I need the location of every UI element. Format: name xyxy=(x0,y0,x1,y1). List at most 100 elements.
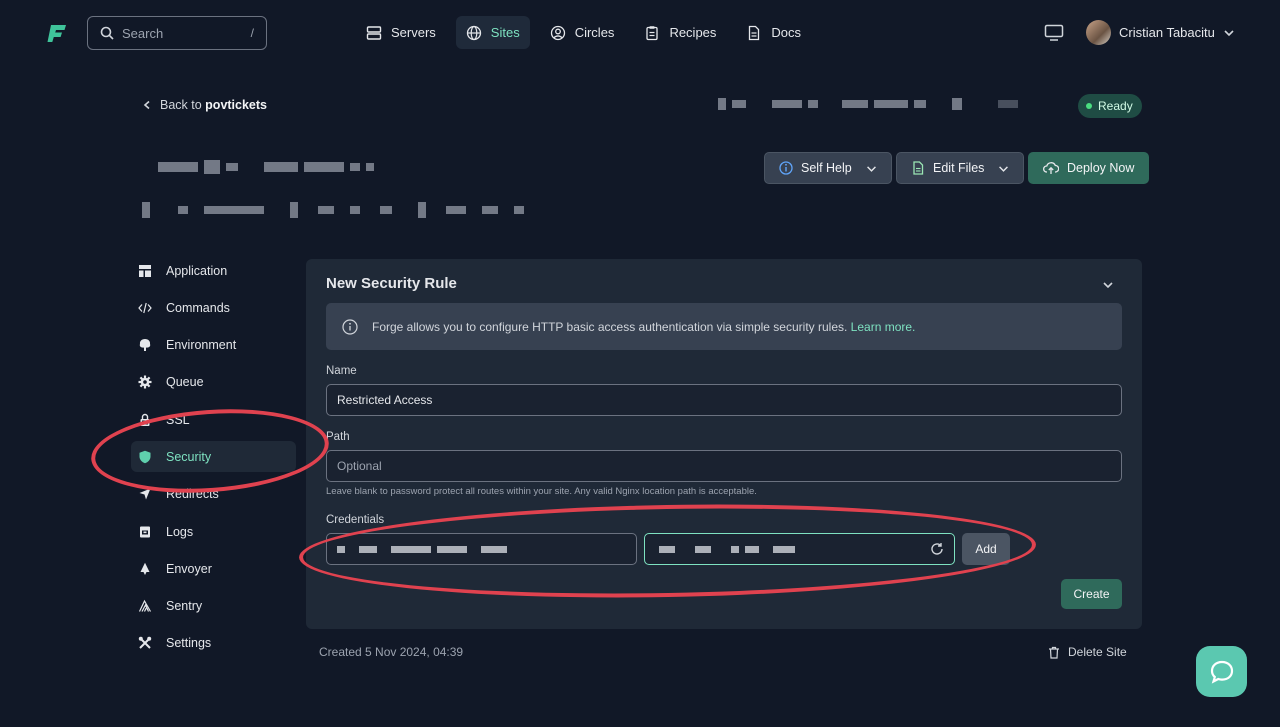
redacted-block xyxy=(842,100,868,108)
sidebar-item-application[interactable]: Application xyxy=(131,255,296,286)
clipboard-icon xyxy=(646,25,659,40)
redacted-block xyxy=(318,206,334,214)
sidebar-item-envoyer[interactable]: Envoyer xyxy=(131,553,296,584)
redacted-block xyxy=(359,545,377,553)
sidebar-item-ssl[interactable]: SSL xyxy=(131,404,296,435)
chevron-left-icon xyxy=(143,100,150,110)
sidebar-item-label: Queue xyxy=(166,375,204,390)
username-field[interactable] xyxy=(326,533,637,565)
tree-icon xyxy=(139,339,151,352)
document-icon xyxy=(749,25,760,40)
sidebar-item-redirects[interactable]: Redirects xyxy=(131,479,296,510)
password-field[interactable] xyxy=(644,533,955,565)
server-icon xyxy=(366,25,382,40)
nav-docs[interactable]: Docs xyxy=(736,16,811,49)
sidebar-item-label: Logs xyxy=(166,524,194,539)
redacted-block xyxy=(773,545,795,553)
redacted-block xyxy=(437,545,467,553)
info-icon xyxy=(342,318,358,335)
sidebar-item-label: Environment xyxy=(166,338,237,353)
redacted-block xyxy=(380,206,392,214)
redacted-block xyxy=(718,98,726,110)
user-name: Cristian Tabacitu xyxy=(1119,25,1215,40)
redacted-block xyxy=(304,162,344,172)
refresh-icon[interactable] xyxy=(930,542,944,556)
search-placeholder: Search xyxy=(122,25,164,41)
site-sidebar: Application Commands Environment Queue S… xyxy=(131,255,296,665)
user-menu[interactable]: Cristian Tabacitu xyxy=(1086,20,1235,45)
redacted-block xyxy=(952,98,962,110)
top-bar: Search / Servers Sites Circles Recipes D… xyxy=(0,0,1280,66)
delete-site-button[interactable]: Delete Site xyxy=(1048,645,1127,659)
create-button[interactable]: Create xyxy=(1061,579,1122,609)
name-field[interactable]: Restricted Access xyxy=(326,384,1122,416)
back-link[interactable]: Back to povtickets xyxy=(142,98,267,112)
help-chat-button[interactable] xyxy=(1196,646,1247,697)
deploy-now-button[interactable]: Deploy Now xyxy=(1028,152,1150,184)
nav-recipes[interactable]: Recipes xyxy=(634,16,726,49)
envoyer-icon xyxy=(140,562,150,575)
sidebar-item-label: SSL xyxy=(166,412,190,427)
redacted-block xyxy=(481,545,507,553)
chevron-down-icon xyxy=(999,165,1009,172)
main-nav: Servers Sites Circles Recipes Docs xyxy=(356,16,811,49)
sidebar-item-commands[interactable]: Commands xyxy=(131,292,296,323)
redacted-block xyxy=(391,545,431,553)
redacted-block xyxy=(482,206,498,214)
redacted-block xyxy=(366,163,374,171)
info-text: Forge allows you to configure HTTP basic… xyxy=(372,319,848,334)
created-date: Created 5 Nov 2024, 04:39 xyxy=(319,645,464,659)
tools-icon xyxy=(138,637,152,650)
learn-more-link[interactable]: Learn more. xyxy=(851,320,916,334)
add-credential-button[interactable]: Add xyxy=(962,533,1010,565)
edit-files-button[interactable]: Edit Files xyxy=(896,152,1025,184)
self-help-label: Self Help xyxy=(801,161,852,175)
chat-icon xyxy=(1210,660,1233,684)
self-help-button[interactable]: Self Help xyxy=(764,152,892,184)
sidebar-item-label: Security xyxy=(166,449,212,464)
nav-servers-label: Servers xyxy=(391,25,436,40)
redacted-block xyxy=(204,160,220,174)
deploy-now-label: Deploy Now xyxy=(1067,161,1135,175)
sidebar-item-queue[interactable]: Queue xyxy=(131,367,296,398)
chevron-down-icon[interactable] xyxy=(1102,279,1114,291)
chevron-down-icon xyxy=(1224,29,1234,36)
sidebar-item-label: Envoyer xyxy=(166,561,212,576)
sidebar-item-security[interactable]: Security xyxy=(131,441,296,473)
sidebar-item-environment[interactable]: Environment xyxy=(131,330,296,361)
delete-site-label: Delete Site xyxy=(1068,645,1127,659)
path-field[interactable]: Optional xyxy=(326,450,1122,482)
sidebar-item-logs[interactable]: Logs xyxy=(131,516,296,547)
redacted-block xyxy=(914,100,926,108)
redacted-block xyxy=(204,206,264,214)
new-security-rule-panel: New Security Rule Forge allows you to co… xyxy=(306,259,1142,629)
sidebar-item-sentry[interactable]: Sentry xyxy=(131,591,296,622)
sidebar-item-settings[interactable]: Settings xyxy=(131,628,296,659)
redacted-block xyxy=(695,545,711,553)
arrow-icon xyxy=(139,488,151,500)
file-icon xyxy=(913,161,924,175)
redacted-block xyxy=(350,163,360,171)
chevron-down-icon xyxy=(866,165,876,172)
info-icon xyxy=(779,161,793,175)
redacted-block xyxy=(514,206,524,214)
name-label: Name xyxy=(326,365,357,377)
path-label: Path xyxy=(326,431,350,443)
nav-circles[interactable]: Circles xyxy=(540,16,625,49)
nav-sites[interactable]: Sites xyxy=(455,16,530,49)
monitor-icon[interactable] xyxy=(1044,24,1064,42)
trash-icon xyxy=(1049,646,1059,659)
forge-logo-icon[interactable] xyxy=(46,22,68,44)
redacted-block xyxy=(808,100,818,108)
sentry-icon xyxy=(138,599,152,612)
redacted-block xyxy=(290,202,298,218)
search-input[interactable]: Search / xyxy=(87,16,267,50)
redacted-block xyxy=(158,162,198,172)
status-badge: Ready xyxy=(1078,94,1142,118)
cloud-upload-icon xyxy=(1043,162,1059,174)
site-name-redacted xyxy=(158,160,374,174)
sidebar-item-label: Settings xyxy=(166,636,212,651)
nav-servers[interactable]: Servers xyxy=(356,16,446,49)
sidebar-item-label: Redirects xyxy=(166,487,219,502)
gear-icon xyxy=(138,375,152,389)
